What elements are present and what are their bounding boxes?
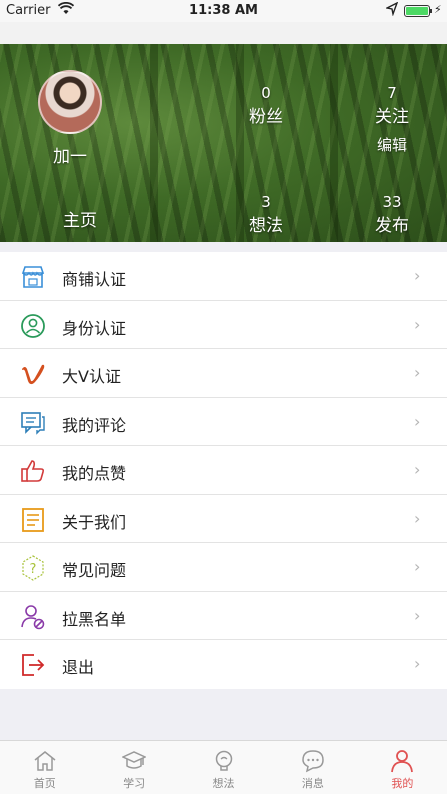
avatar[interactable] bbox=[38, 70, 102, 134]
chevron-right-icon: › bbox=[414, 411, 421, 431]
vimeo-v-icon bbox=[20, 361, 46, 387]
fans-count[interactable]: 0 bbox=[236, 84, 296, 102]
tab-study[interactable]: 学习 bbox=[89, 741, 178, 794]
menu-item-blacklist[interactable]: 拉黑名单 › bbox=[0, 592, 447, 640]
thumbs-up-icon bbox=[20, 458, 46, 484]
fans-label[interactable]: 粉丝 bbox=[236, 102, 296, 127]
follow-count[interactable]: 7 bbox=[362, 84, 422, 102]
posts-count[interactable]: 33 bbox=[362, 193, 422, 211]
menu-item-label: 商铺认证 bbox=[62, 270, 127, 289]
menu-item-label: 退出 bbox=[62, 658, 95, 677]
menu-item-shop-verify[interactable]: 商铺认证 › bbox=[0, 252, 447, 301]
document-icon bbox=[20, 507, 46, 533]
menu-item-label: 关于我们 bbox=[62, 512, 127, 532]
lightbulb-icon bbox=[215, 750, 232, 771]
edit-button[interactable]: 编辑 bbox=[362, 134, 422, 155]
chevron-right-icon: › bbox=[414, 508, 421, 528]
field-row bbox=[330, 44, 338, 242]
comment-icon bbox=[20, 410, 46, 436]
ideas-label[interactable]: 想法 bbox=[236, 211, 296, 236]
tab-messages[interactable]: 消息 bbox=[268, 741, 357, 794]
menu-item-label: 拉黑名单 bbox=[62, 609, 127, 629]
tab-label: 我的 bbox=[391, 777, 414, 790]
menu-item-logout[interactable]: 退出 › bbox=[0, 640, 447, 689]
menu-item-label: 身份认证 bbox=[62, 318, 127, 338]
chevron-right-icon: › bbox=[414, 460, 421, 479]
tab-mine[interactable]: 我的 bbox=[358, 741, 447, 794]
menu-item-label: 常见问题 bbox=[62, 561, 127, 580]
tab-label: 消息 bbox=[301, 777, 324, 790]
nav-spacer bbox=[0, 22, 447, 44]
svg-text:?: ? bbox=[30, 562, 37, 577]
user-block-icon bbox=[20, 604, 46, 630]
chevron-right-icon: › bbox=[414, 605, 421, 625]
profile-name: 加一 bbox=[53, 147, 87, 167]
home-icon bbox=[34, 751, 56, 771]
follow-label[interactable]: 关注 bbox=[362, 102, 422, 127]
battery-tip bbox=[430, 9, 432, 13]
status-bar: Carrier 11:38 AM ⚡ bbox=[0, 0, 447, 22]
menu-item-my-likes[interactable]: 我的点赞 › bbox=[0, 446, 447, 495]
tab-bar: 首页 学习 想法 消息 我的 bbox=[0, 740, 447, 794]
menu-item-my-comments[interactable]: 我的评论 › bbox=[0, 398, 447, 446]
logout-icon bbox=[20, 652, 46, 678]
chevron-right-icon: › bbox=[414, 314, 421, 334]
menu-item-bigv-verify[interactable]: 大V认证 › bbox=[0, 349, 447, 398]
tab-home[interactable]: 首页 bbox=[0, 741, 89, 794]
clock: 11:38 AM bbox=[189, 3, 258, 18]
menu-item-about-us[interactable]: 关于我们 › bbox=[0, 495, 447, 543]
tab-label: 想法 bbox=[212, 777, 235, 790]
home-link[interactable]: 主页 bbox=[40, 206, 120, 231]
chat-bubble-icon bbox=[302, 750, 324, 773]
chevron-right-icon: › bbox=[414, 266, 421, 285]
graduation-cap-icon bbox=[122, 751, 147, 769]
field-row bbox=[150, 44, 158, 242]
posts-label[interactable]: 发布 bbox=[362, 211, 422, 236]
menu-item-identity-verify[interactable]: 身份认证 › bbox=[0, 301, 447, 349]
menu-item-label: 大V认证 bbox=[62, 367, 121, 386]
tab-ideas[interactable]: 想法 bbox=[179, 741, 268, 794]
location-arrow-icon bbox=[384, 1, 399, 20]
shop-icon bbox=[20, 264, 46, 290]
tab-label: 首页 bbox=[33, 777, 56, 790]
menu-item-label: 我的点赞 bbox=[62, 464, 127, 483]
tab-label: 学习 bbox=[123, 777, 146, 790]
profile-header: 加一 0 粉丝 7 关注 编辑 主页 3 想法 33 发布 bbox=[0, 44, 447, 242]
settings-menu: 商铺认证 › 身份认证 › 大V认证 › 我的评论 › 我的点赞 › 关于我们 … bbox=[0, 252, 447, 689]
charging-icon: ⚡ bbox=[434, 3, 442, 16]
menu-item-label: 我的评论 bbox=[62, 415, 127, 435]
menu-item-faq[interactable]: ? 常见问题 › bbox=[0, 543, 447, 592]
question-hexagon-icon: ? bbox=[20, 555, 46, 581]
chevron-right-icon: › bbox=[414, 363, 421, 382]
battery-icon bbox=[404, 5, 430, 17]
chevron-right-icon: › bbox=[414, 557, 421, 576]
user-circle-icon bbox=[20, 313, 46, 339]
person-icon bbox=[391, 750, 414, 773]
ideas-count[interactable]: 3 bbox=[236, 193, 296, 211]
chevron-right-icon: › bbox=[414, 654, 421, 673]
